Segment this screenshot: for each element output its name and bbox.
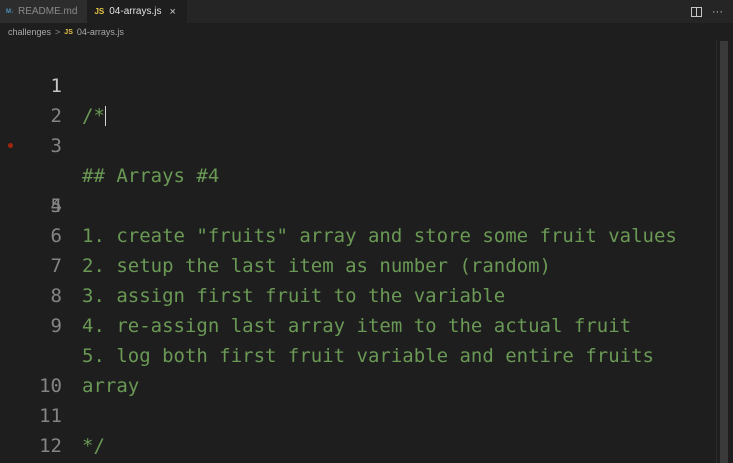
more-actions-icon[interactable]: ··· xyxy=(712,6,723,18)
tab-label: 04-arrays.js xyxy=(109,6,162,17)
breadcrumb-folder[interactable]: challenges xyxy=(8,27,51,37)
code-line: 7 3. assign first fruit to the variable xyxy=(0,221,716,307)
tab-bar: M↓ README.md JS 04-arrays.js × ··· xyxy=(0,0,733,23)
breadcrumb-file[interactable]: 04-arrays.js xyxy=(77,27,124,37)
code-line: 2 xyxy=(0,71,716,127)
code-line: array xyxy=(0,311,716,397)
chevron-right-icon: > xyxy=(55,27,61,37)
breadcrumb: challenges > JS 04-arrays.js xyxy=(0,23,733,41)
code-line: 12 xyxy=(0,401,716,457)
javascript-icon: JS xyxy=(64,28,73,36)
split-editor-icon[interactable] xyxy=(691,6,702,17)
tab-04-arrays[interactable]: JS 04-arrays.js × xyxy=(88,0,187,23)
line-number: 12 xyxy=(39,435,62,457)
code-line: 1 /* xyxy=(0,41,716,127)
code-line: 9 5. log both first fruit variable and e… xyxy=(0,281,716,367)
overview-ruler xyxy=(728,41,733,463)
javascript-icon: JS xyxy=(94,7,105,16)
tab-readme[interactable]: M↓ README.md xyxy=(0,0,89,23)
modified-dot-icon xyxy=(8,143,13,148)
code-line: 3 ## Arrays #4 xyxy=(0,101,716,187)
code-line: 11 */ xyxy=(0,371,716,457)
close-icon[interactable]: × xyxy=(170,6,176,18)
scrollbar-thumb[interactable] xyxy=(720,41,728,463)
code-line: 6 2. setup the last item as number (rand… xyxy=(0,191,716,277)
tab-label: README.md xyxy=(18,6,78,17)
code-line: 8 4. re-assign last array item to the ac… xyxy=(0,251,716,337)
code-text: */ xyxy=(82,435,105,457)
code-line: 10 xyxy=(0,341,716,397)
tab-actions: ··· xyxy=(691,0,733,23)
code-editor[interactable]: 1 /* 2 3 ## Arrays #4 4 5 1. create "fru… xyxy=(0,41,716,463)
code-line: 5 1. create "fruits" array and store som… xyxy=(0,161,716,247)
code-line: 4 xyxy=(0,131,716,217)
editor-window: M↓ README.md JS 04-arrays.js × ··· chall… xyxy=(0,0,733,463)
markdown-icon: M↓ xyxy=(6,8,14,15)
